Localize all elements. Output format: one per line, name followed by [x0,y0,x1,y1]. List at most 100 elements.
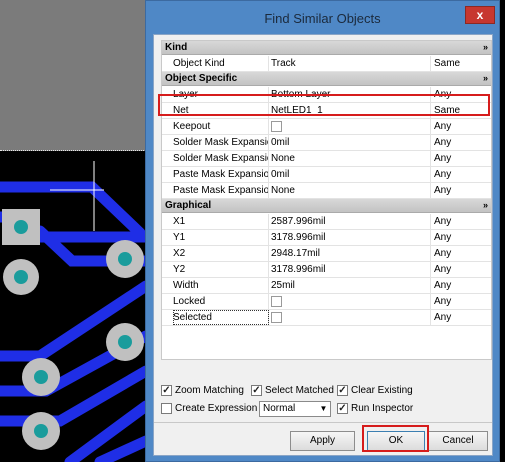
grid-row-x2[interactable]: X2 2948.17mil Any [162,246,491,262]
category-graphical[interactable]: Graphical » [162,199,491,213]
match-mode[interactable]: Any [434,230,491,245]
property-name: Layer [173,87,269,102]
property-grid: Kind » Object Kind Track Same Object Spe… [161,40,492,360]
create-expression-label[interactable]: Create Expression [175,402,257,415]
grid-row-object-kind[interactable]: Object Kind Track Same [162,56,491,72]
property-value[interactable]: 25mil [271,278,431,293]
pad-hole [34,424,48,438]
property-value[interactable]: None [271,183,431,198]
property-name: Solder Mask Expansion [173,151,269,166]
grid-row-paste-mask-expansion-mode[interactable]: Paste Mask Expansion None Any [162,183,491,199]
match-mode[interactable]: Any [434,310,491,325]
grid-row-paste-mask-expansion[interactable]: Paste Mask Expansion 0mil Any [162,167,491,183]
close-button[interactable]: x [465,6,495,24]
ok-button[interactable]: OK [367,431,425,451]
match-mode[interactable]: Any [434,294,491,309]
property-value[interactable]: NetLED1_1 [271,103,431,118]
grid-row-y2[interactable]: Y2 3178.996mil Any [162,262,491,278]
property-name: Paste Mask Expansion [173,183,269,198]
selection-mode-select[interactable]: Normal ▼ [259,401,331,417]
collapse-chevron-icon[interactable]: » [483,41,488,54]
title-bar[interactable]: Find Similar Objects x [146,1,499,34]
zoom-matching-checkbox[interactable]: ✓ [161,385,172,396]
button-bar-divider [154,422,492,423]
cancel-button[interactable]: Cancel [428,431,488,451]
match-mode[interactable]: Any [434,246,491,261]
property-name: Paste Mask Expansion [173,167,269,182]
run-inspector-checkbox[interactable]: ✓ [337,403,348,414]
category-label: Object Specific [165,73,238,84]
match-mode[interactable]: Same [434,103,491,118]
select-matched-label[interactable]: Select Matched [265,384,334,397]
property-name: X1 [173,214,269,229]
grid-row-layer[interactable]: Layer Bottom Layer Any [162,87,491,103]
dialog-title: Find Similar Objects [264,11,381,26]
property-value [271,310,431,325]
pcb-board-area[interactable] [0,151,146,462]
pad-hole [34,370,48,384]
category-kind[interactable]: Kind » [162,41,491,55]
property-name: Y2 [173,262,269,277]
grid-row-width[interactable]: Width 25mil Any [162,278,491,294]
property-value[interactable]: 2948.17mil [271,246,431,261]
grid-row-solder-mask-expansion-mode[interactable]: Solder Mask Expansion None Any [162,151,491,167]
select-matched-checkbox[interactable]: ✓ [251,385,262,396]
match-mode[interactable]: Any [434,262,491,277]
property-value [271,119,431,134]
keepout-checkbox[interactable] [271,121,282,132]
property-value[interactable]: Track [271,56,431,71]
apply-button[interactable]: Apply [290,431,355,451]
match-mode[interactable]: Any [434,214,491,229]
grid-row-y1[interactable]: Y1 3178.996mil Any [162,230,491,246]
selected-checkbox[interactable] [271,312,282,323]
grid-row-x1[interactable]: X1 2587.996mil Any [162,214,491,230]
grid-row-keepout[interactable]: Keepout Any [162,119,491,135]
match-mode[interactable]: Any [434,135,491,150]
category-object-specific[interactable]: Object Specific » [162,72,491,86]
pcb-board-edge [500,0,505,462]
pad-hole [118,252,132,266]
grid-row-solder-mask-expansion[interactable]: Solder Mask Expansion 0mil Any [162,135,491,151]
chevron-down-icon[interactable]: ▼ [317,402,330,416]
property-value[interactable]: 2587.996mil [271,214,431,229]
selection-mode-value: Normal [263,403,296,414]
property-value[interactable]: 3178.996mil [271,230,431,245]
property-name: Solder Mask Expansion [173,135,269,150]
zoom-matching-label[interactable]: Zoom Matching [175,384,244,397]
collapse-chevron-icon[interactable]: » [483,199,488,212]
property-value[interactable]: 0mil [271,167,431,182]
match-mode[interactable]: Any [434,87,491,102]
clear-existing-checkbox[interactable]: ✓ [337,385,348,396]
match-mode[interactable]: Any [434,183,491,198]
locked-checkbox[interactable] [271,296,282,307]
property-name: Width [173,278,269,293]
property-name: Locked [173,294,269,309]
match-mode[interactable]: Any [434,119,491,134]
match-mode[interactable]: Any [434,167,491,182]
grid-row-locked[interactable]: Locked Any [162,294,491,310]
property-name: Selected [173,310,269,325]
property-value [271,294,431,309]
property-value[interactable]: 0mil [271,135,431,150]
property-value[interactable]: None [271,151,431,166]
grid-row-net[interactable]: Net NetLED1_1 Same [162,103,491,119]
run-inspector-label[interactable]: Run Inspector [351,402,413,415]
collapse-chevron-icon[interactable]: » [483,72,488,85]
property-name: Keepout [173,119,269,134]
property-value[interactable]: 3178.996mil [271,262,431,277]
pad-hole [118,335,132,349]
create-expression-checkbox[interactable] [161,403,172,414]
pcb-tracks [0,161,146,462]
clear-existing-label[interactable]: Clear Existing [351,384,413,397]
find-similar-objects-dialog: Find Similar Objects x Kind » Object Kin… [145,0,500,462]
property-name: Object Kind [173,56,269,71]
grid-row-selected[interactable]: Selected Any [162,310,491,326]
pad-hole [14,220,28,234]
dialog-client-area: Kind » Object Kind Track Same Object Spe… [153,34,493,456]
property-value[interactable]: Bottom Layer [271,87,431,102]
match-mode[interactable]: Same [434,56,491,71]
pad-hole [14,270,28,284]
category-label: Graphical [165,200,212,211]
match-mode[interactable]: Any [434,151,491,166]
match-mode[interactable]: Any [434,278,491,293]
